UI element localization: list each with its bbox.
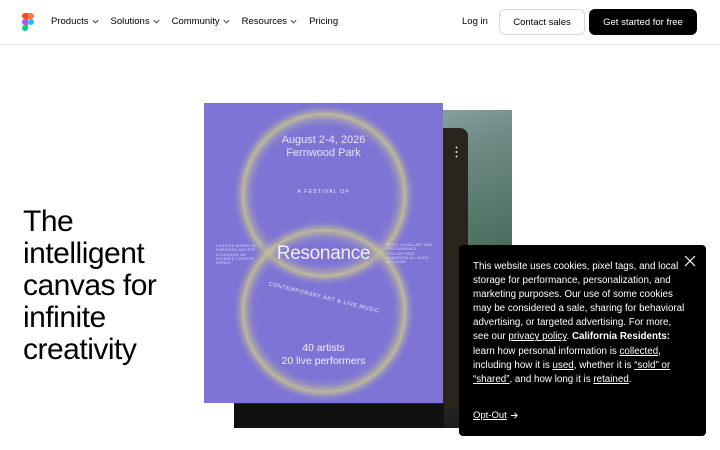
- login-link[interactable]: Log in: [462, 16, 488, 27]
- menu-pricing[interactable]: Pricing: [309, 16, 338, 27]
- dark-strip: [234, 404, 444, 428]
- menu-community[interactable]: Community: [172, 16, 231, 27]
- more-vertical-icon: [455, 146, 458, 158]
- top-nav: Products Solutions Community Resources P…: [0, 0, 720, 45]
- cookie-banner: This website uses cookies, pixel tags, a…: [459, 245, 706, 436]
- collected-link[interactable]: collected: [620, 346, 659, 357]
- menu-resources-label: Resources: [241, 16, 288, 27]
- poster-performers: 20 live performers: [281, 354, 366, 367]
- menu-pricing-label: Pricing: [309, 16, 339, 27]
- cookie-text-part: .: [628, 373, 632, 385]
- chevron-down-icon: [223, 19, 230, 24]
- used-link[interactable]: used: [553, 360, 574, 371]
- contact-sales-button[interactable]: Contact sales: [499, 9, 585, 35]
- poster-venue: Fernwood Park: [286, 147, 361, 159]
- opt-out-label: Opt-Out: [473, 410, 507, 421]
- poster-festival-label: A FESTIVAL OF: [297, 189, 350, 195]
- menu-resources[interactable]: Resources: [242, 16, 298, 27]
- menu-solutions-label: Solutions: [110, 16, 150, 27]
- festival-poster: August 2-4, 2026 Fernwood Park A FESTIVA…: [204, 103, 443, 403]
- chevron-down-icon: [91, 19, 99, 24]
- menu-products-label: Products: [51, 16, 89, 27]
- arrow-right-icon: [510, 412, 518, 419]
- privacy-policy-link[interactable]: privacy policy: [508, 331, 566, 342]
- get-started-button[interactable]: Get started for free: [589, 9, 697, 35]
- poster-lineup: 40 artists 20 live performers: [204, 342, 443, 367]
- california-residents-label: California Residents:: [571, 331, 670, 343]
- main-menu: Products Solutions Community Resources P…: [51, 16, 349, 27]
- cookie-text-part: , whether it is: [573, 359, 635, 371]
- cookie-text-part: learn how personal information is: [473, 345, 620, 357]
- menu-solutions[interactable]: Solutions: [111, 16, 161, 27]
- chevron-down-icon: [290, 19, 297, 24]
- poster-artists: 40 artists: [302, 342, 345, 354]
- figma-logo-icon[interactable]: [22, 13, 34, 31]
- chevron-down-icon: [153, 19, 160, 24]
- poster-date-venue: August 2-4, 2026 Fernwood Park: [204, 134, 443, 160]
- menu-products[interactable]: Products: [51, 16, 100, 27]
- poster-right-text: MUSIC VISUAL ART AND PERFORMANCE COLLIDE…: [386, 243, 433, 265]
- retained-link[interactable]: retained: [593, 374, 628, 385]
- cookie-text: This website uses cookies, pixel tags, a…: [473, 260, 688, 387]
- menu-community-label: Community: [171, 16, 220, 27]
- poster-date: August 2-4, 2026: [281, 134, 366, 146]
- hero-title: The intelligent canvas for infinite crea…: [23, 205, 157, 366]
- cookie-text-part: , and how long it is: [509, 373, 594, 385]
- opt-out-link[interactable]: Opt-Out: [473, 410, 519, 421]
